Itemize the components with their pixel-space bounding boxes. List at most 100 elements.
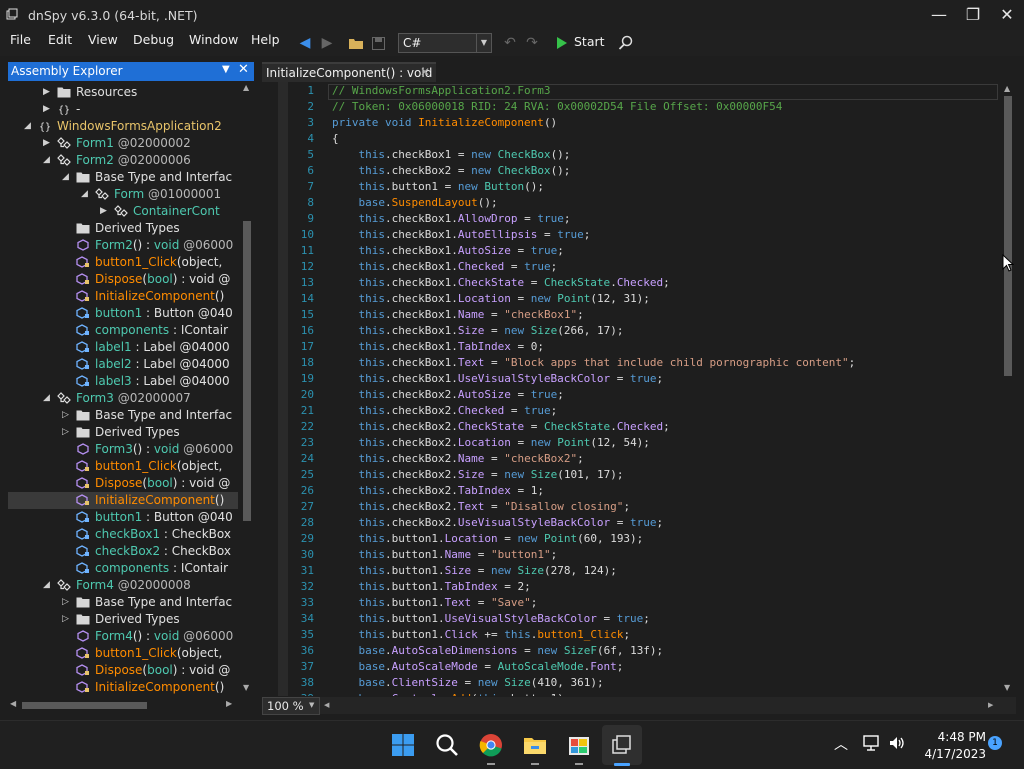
code-line[interactable]: this.checkBox2.UseVisualStyleBackColor =… bbox=[332, 516, 663, 529]
chevron-down-icon[interactable]: ▼ bbox=[476, 34, 491, 52]
tree-item[interactable]: ▶ ContainerCont bbox=[8, 203, 238, 220]
tree-item[interactable]: ▷ Base Type and Interfac bbox=[8, 594, 238, 611]
scroll-right-icon[interactable]: ▶ bbox=[988, 701, 993, 709]
tree-item[interactable]: Derived Types bbox=[8, 220, 238, 237]
code-line[interactable]: this.checkBox1.UseVisualStyleBackColor =… bbox=[332, 372, 663, 385]
tree-item[interactable]: ◢ Form @01000001 bbox=[8, 186, 238, 203]
open-folder-icon[interactable] bbox=[348, 37, 364, 50]
tree-item[interactable]: ◢ Form4 @02000008 bbox=[8, 577, 238, 594]
code-line[interactable]: this.checkBox2.Checked = true; bbox=[332, 404, 557, 417]
code-line[interactable]: this.checkBox2.CheckState = CheckState.C… bbox=[332, 420, 669, 433]
paint-app-icon[interactable] bbox=[563, 729, 595, 761]
code-line[interactable]: this.checkBox2.Text = "Disallow closing"… bbox=[332, 500, 630, 513]
tree-item[interactable]: button1 : Button @040 bbox=[8, 305, 238, 322]
code-line[interactable]: base.AutoScaleDimensions = new SizeF(6f,… bbox=[332, 644, 663, 657]
tree-item[interactable]: Dispose(bool) : void @ bbox=[8, 662, 238, 679]
back-icon[interactable]: ◀ bbox=[295, 33, 315, 53]
code-line[interactable]: this.checkBox1.Checked = true; bbox=[332, 260, 557, 273]
redo-icon[interactable]: ↷ bbox=[522, 33, 542, 53]
tree-item[interactable]: ▷ Derived Types bbox=[8, 424, 238, 441]
code-line[interactable]: this.button1.Text = "Save"; bbox=[332, 596, 537, 609]
editor-scroll-thumb[interactable] bbox=[1004, 96, 1012, 376]
tree-item[interactable]: ▷ Base Type and Interfac bbox=[8, 407, 238, 424]
tree-item[interactable]: button1_Click(object, bbox=[8, 254, 238, 271]
editor-vertical-scrollbar[interactable]: ▲ ▼ bbox=[1000, 82, 1016, 696]
code-editor[interactable]: 1 // WindowsFormsApplication2.Form3 2 // To… bbox=[262, 82, 1016, 696]
tree-item[interactable]: ◢ {} WindowsFormsApplication2 bbox=[8, 118, 238, 135]
close-button[interactable]: ✕ bbox=[990, 0, 1024, 30]
tree-item[interactable]: Dispose(bool) : void @ bbox=[8, 475, 238, 492]
tree-item[interactable]: Form2() : void @06000 bbox=[8, 237, 238, 254]
chrome-icon[interactable] bbox=[475, 729, 507, 761]
tab-close-icon[interactable]: ✕ bbox=[420, 65, 430, 79]
tree-item[interactable]: label3 : Label @04000 bbox=[8, 373, 238, 390]
tree-hscroll-thumb[interactable] bbox=[22, 702, 147, 709]
code-line[interactable]: this.checkBox1.AllowDrop = true; bbox=[332, 212, 570, 225]
tree-item[interactable]: InitializeComponent() bbox=[8, 679, 238, 696]
code-line[interactable]: this.button1.Name = "button1"; bbox=[332, 548, 557, 561]
panel-dropdown-icon[interactable]: ▼ bbox=[222, 64, 230, 75]
start-button[interactable]: Start bbox=[552, 33, 605, 53]
dnspy-taskbar-button[interactable] bbox=[602, 725, 642, 766]
code-line[interactable]: this.checkBox2 = new CheckBox(); bbox=[332, 164, 570, 177]
assembly-tree[interactable]: ▶ Resources ▶{} - ◢{} WindowsFormsApplication… bbox=[8, 81, 238, 696]
tree-horizontal-scrollbar[interactable]: ◀ ▶ bbox=[8, 698, 238, 712]
search-icon[interactable] bbox=[431, 729, 463, 761]
tab-initialize-component[interactable]: InitializeComponent() : void ✕ bbox=[262, 62, 436, 84]
expand-toggle-icon[interactable]: ▶ bbox=[43, 101, 53, 118]
tree-item[interactable]: ◢ Form3 @02000007 bbox=[8, 390, 238, 407]
scroll-down-icon[interactable]: ▼ bbox=[1004, 683, 1010, 692]
scroll-up-icon[interactable]: ▲ bbox=[243, 83, 249, 92]
tree-item[interactable]: ◢ Base Type and Interfac bbox=[8, 169, 238, 186]
menu-help[interactable]: Help bbox=[251, 30, 280, 57]
network-icon[interactable] bbox=[862, 735, 880, 751]
search-icon[interactable] bbox=[618, 35, 634, 51]
menu-debug[interactable]: Debug bbox=[133, 30, 174, 57]
code-line[interactable]: this.checkBox1.AutoEllipsis = true; bbox=[332, 228, 590, 241]
code-line[interactable]: this.checkBox2.Size = new Size(101, 17); bbox=[332, 468, 623, 481]
code-line[interactable]: { bbox=[332, 132, 339, 145]
scroll-right-icon[interactable]: ▶ bbox=[226, 699, 232, 708]
tree-item[interactable]: ▶ Resources bbox=[8, 84, 238, 101]
expand-toggle-icon[interactable]: ▷ bbox=[62, 407, 72, 424]
code-line[interactable]: this.checkBox1.Location = new Point(12, … bbox=[332, 292, 649, 305]
scroll-down-icon[interactable]: ▼ bbox=[243, 683, 249, 692]
code-line[interactable]: this.checkBox1 = new CheckBox(); bbox=[332, 148, 570, 161]
tree-item[interactable]: InitializeComponent() bbox=[8, 492, 238, 509]
code-line[interactable]: this.checkBox1.TabIndex = 0; bbox=[332, 340, 543, 353]
expand-toggle-icon[interactable]: ◢ bbox=[81, 186, 91, 203]
code-line[interactable]: this.checkBox2.TabIndex = 1; bbox=[332, 484, 543, 497]
notification-badge[interactable]: 1 bbox=[988, 736, 1002, 750]
zoom-select[interactable]: 100 % ▼ bbox=[262, 697, 320, 715]
tree-item[interactable]: ▷ Derived Types bbox=[8, 611, 238, 628]
code-line[interactable]: base.ClientSize = new Size(410, 361); bbox=[332, 676, 603, 689]
expand-toggle-icon[interactable]: ▷ bbox=[62, 424, 72, 441]
code-line[interactable]: this.button1 = new Button(); bbox=[332, 180, 543, 193]
panel-close-icon[interactable]: ✕ bbox=[238, 62, 249, 77]
expand-toggle-icon[interactable]: ◢ bbox=[43, 390, 53, 407]
code-line[interactable]: this.checkBox1.CheckState = CheckState.C… bbox=[332, 276, 669, 289]
tree-item[interactable]: Form4() : void @06000 bbox=[8, 628, 238, 645]
clock-time[interactable]: 4:48 PM bbox=[914, 730, 986, 744]
code-line[interactable]: this.checkBox2.AutoSize = true; bbox=[332, 388, 563, 401]
code-line[interactable]: // WindowsFormsApplication2.Form3 bbox=[332, 84, 551, 97]
tree-item[interactable]: checkBox1 : CheckBox bbox=[8, 526, 238, 543]
language-select[interactable]: C# ▼ bbox=[398, 33, 492, 53]
tree-item[interactable]: ▶ Form1 @02000002 bbox=[8, 135, 238, 152]
expand-toggle-icon[interactable]: ▷ bbox=[62, 594, 72, 611]
expand-toggle-icon[interactable]: ◢ bbox=[62, 169, 72, 186]
expand-toggle-icon[interactable]: ▷ bbox=[62, 611, 72, 628]
tree-item[interactable]: label1 : Label @04000 bbox=[8, 339, 238, 356]
tree-item[interactable]: button1 : Button @040 bbox=[8, 509, 238, 526]
tree-scroll-thumb[interactable] bbox=[243, 221, 251, 521]
file-explorer-icon[interactable] bbox=[519, 729, 551, 761]
code-line[interactable]: base.SuspendLayout(); bbox=[332, 196, 497, 209]
save-icon[interactable] bbox=[372, 37, 385, 50]
tree-item[interactable]: Form3() : void @06000 bbox=[8, 441, 238, 458]
scroll-left-icon[interactable]: ◀ bbox=[10, 699, 16, 708]
tree-item[interactable]: ▶ {} - bbox=[8, 101, 238, 118]
tree-item[interactable]: label2 : Label @04000 bbox=[8, 356, 238, 373]
volume-icon[interactable] bbox=[888, 735, 906, 751]
tree-item[interactable]: checkBox2 : CheckBox bbox=[8, 543, 238, 560]
code-line[interactable]: this.button1.TabIndex = 2; bbox=[332, 580, 530, 593]
